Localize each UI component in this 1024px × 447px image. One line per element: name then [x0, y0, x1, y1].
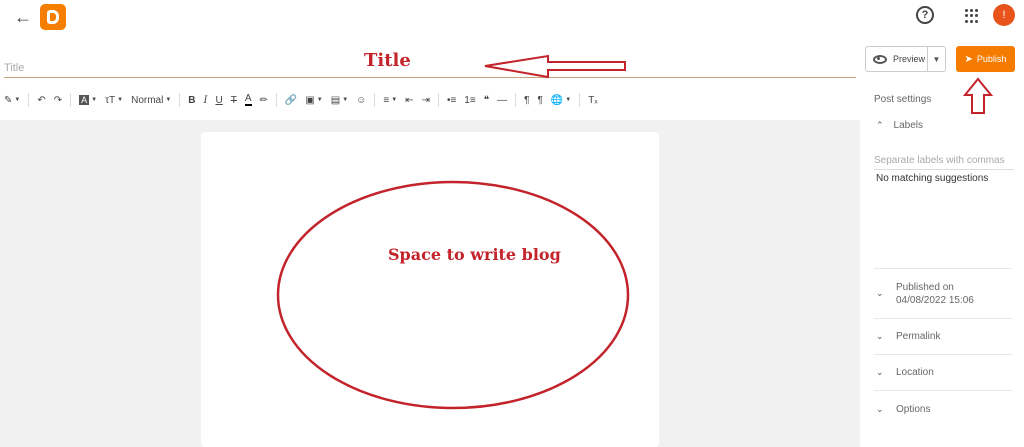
underline-icon[interactable]: U — [211, 90, 226, 110]
font-size-icon[interactable]: τT ▼ — [101, 90, 127, 110]
chevron-down-icon: ⌄ — [876, 288, 884, 298]
help-circle-icon[interactable]: ? — [916, 6, 934, 24]
chevron-up-icon: ⌃ — [876, 120, 884, 130]
redo-icon[interactable]: ↷ — [50, 90, 66, 110]
title-input[interactable] — [4, 59, 856, 77]
toolbar-divider — [275, 93, 277, 107]
options-label: Options — [896, 404, 931, 415]
toolbar-divider — [579, 93, 581, 107]
published-on-label: Published on — [896, 281, 954, 293]
toolbar-divider — [515, 93, 517, 107]
italic-icon[interactable]: I — [200, 90, 212, 110]
published-on-date: 04/08/2022 15:06 — [896, 294, 974, 306]
post-settings-sidebar: Post settings ⌃ Labels No matching sugge… — [860, 80, 1024, 447]
chevron-down-icon: ⌄ — [876, 404, 884, 414]
publish-label: Publish — [976, 54, 1007, 64]
annotation-title-note: Title — [364, 50, 411, 71]
highlight-pen-icon[interactable]: ✏ — [256, 90, 272, 110]
insert-video-icon[interactable]: ▤ ▼ — [327, 90, 352, 110]
chevron-down-icon: ⌄ — [876, 367, 884, 377]
insert-image-icon[interactable]: ▣ ▼ — [301, 90, 326, 110]
preview-dropdown-chevron-down-icon[interactable]: ▼ — [927, 47, 945, 71]
toolbar-divider — [374, 93, 376, 107]
toolbar-divider — [179, 93, 181, 107]
location-section[interactable]: ⌄ Location — [874, 354, 1012, 390]
published-on-text: Published on 04/08/2022 15:06 — [896, 281, 974, 307]
pencil-mode-icon[interactable]: ✎ ▼ — [0, 90, 24, 110]
apps-grid-icon[interactable] — [965, 9, 979, 23]
blogger-post-editor: ← ? ! Preview ▼ ➤ Publish ✎▼ ↶ ↷ A▼ τT▼ … — [0, 0, 1024, 447]
eye-icon — [873, 54, 887, 64]
location-label: Location — [896, 367, 934, 378]
paragraph-format-dropdown[interactable]: Normal ▼ — [127, 90, 175, 110]
top-bar: ← ? ! — [0, 0, 1024, 34]
labels-title: Labels — [893, 120, 924, 131]
preview-label: Preview — [893, 54, 926, 64]
toolbar-divider — [28, 93, 30, 107]
globe-icon[interactable]: 🌐 ▼ — [547, 90, 575, 110]
annotation-body-note: Space to write blog — [388, 245, 561, 264]
ltr-direction-icon[interactable]: ¶ — [520, 90, 533, 110]
preview-button[interactable]: Preview ▼ — [865, 46, 946, 72]
formatting-toolbar: ✎ ▼ ↶ ↷ A ▼ τT ▼ Normal ▼ B I U T A ✏ 🔗 ▣ ▼ ▤… — [0, 86, 860, 114]
link-icon[interactable]: 🔗 — [281, 90, 301, 110]
quote-icon[interactable]: ❝ — [480, 90, 493, 110]
rtl-direction-icon[interactable]: ¶ — [533, 90, 546, 110]
arrow-left-icon[interactable]: ← — [12, 6, 34, 28]
blogger-logo-icon[interactable] — [40, 4, 66, 30]
indent-increase-icon[interactable]: ⇥ — [418, 90, 434, 110]
horizontal-rule-icon[interactable]: — — [493, 90, 511, 110]
avatar[interactable]: ! — [993, 4, 1015, 26]
toolbar-divider — [70, 93, 72, 107]
bold-icon[interactable]: B — [184, 90, 199, 110]
text-style-icon[interactable]: A ▼ — [75, 90, 101, 110]
editor-page[interactable] — [201, 132, 659, 447]
send-icon: ➤ — [964, 53, 973, 65]
permalink-label: Permalink — [896, 331, 941, 342]
permalink-section[interactable]: ⌄ Permalink — [874, 318, 1012, 354]
undo-icon[interactable]: ↶ — [33, 90, 49, 110]
title-field-wrapper — [4, 58, 856, 78]
paragraph-format-label: Normal — [131, 94, 164, 106]
post-settings-heading: Post settings — [874, 94, 932, 105]
editor-canvas — [0, 120, 860, 447]
chevron-down-icon: ⌄ — [876, 331, 884, 341]
text-color-icon[interactable]: A — [241, 90, 256, 110]
toolbar-divider — [437, 93, 439, 107]
publish-button[interactable]: ➤ Publish — [956, 46, 1015, 72]
indent-decrease-icon[interactable]: ⇤ — [401, 90, 417, 110]
labels-suggestion: No matching suggestions — [876, 173, 989, 184]
numbered-list-icon[interactable]: 1≡ — [460, 90, 479, 110]
emoji-icon[interactable]: ☺ — [352, 90, 370, 110]
bulleted-list-icon[interactable]: •≡ — [443, 90, 460, 110]
labels-input[interactable] — [874, 152, 1014, 170]
labels-section-toggle[interactable]: ⌃ Labels — [876, 120, 923, 131]
align-icon[interactable]: ≡ ▼ — [379, 90, 401, 110]
options-section[interactable]: ⌄ Options — [874, 390, 1012, 428]
clear-formatting-icon[interactable]: Tₓ — [584, 90, 601, 110]
published-on-section[interactable]: ⌄ Published on 04/08/2022 15:06 — [874, 268, 1012, 318]
strikethrough-icon[interactable]: T — [227, 90, 241, 110]
